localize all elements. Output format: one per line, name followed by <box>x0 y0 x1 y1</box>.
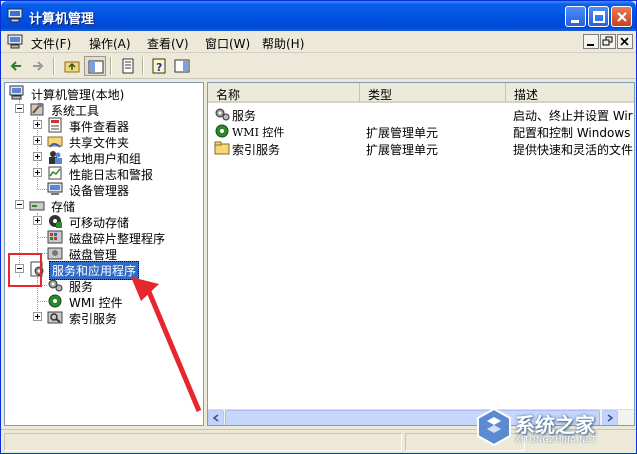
show-hide-console-tree-button[interactable] <box>84 56 106 76</box>
menu-bar: 文件(F) 操作(A) 查看(V) 窗口(W) 帮助(H) <box>1 31 636 53</box>
computer-icon <box>7 8 23 23</box>
tree-expander-shared-folders[interactable] <box>33 136 42 145</box>
menu-window[interactable]: 窗口(W) <box>205 35 250 52</box>
watermark: 系统之家 XITONGZHIJIA.NET <box>471 403 636 451</box>
title-bar[interactable]: 计算机管理 <box>1 1 636 31</box>
defrag-icon <box>47 230 63 244</box>
menu-action[interactable]: 操作(A) <box>89 35 131 52</box>
tree-expander-system-tools[interactable] <box>15 104 24 113</box>
menu-help[interactable]: 帮助(H) <box>262 35 304 52</box>
computer-management-window: 计算机管理 文件(F) 操作(A) 查看(V) 窗口(W) 帮助(H) ? 计算… <box>0 0 637 454</box>
tree-expander-perf-logs[interactable] <box>33 168 42 177</box>
window-title: 计算机管理 <box>29 12 95 27</box>
wmi-control-icon <box>215 124 229 138</box>
indexing-service-icon <box>47 311 63 324</box>
tree-expander-event-viewer[interactable] <box>33 120 42 129</box>
toolbar: ? <box>1 53 636 79</box>
action-pane-icon <box>174 59 190 73</box>
toolbar-separator <box>53 57 55 75</box>
gears-icon <box>215 108 230 121</box>
list-item-name: 索引服务 <box>232 143 281 157</box>
toolbar-separator <box>110 57 112 75</box>
performance-logs-icon <box>48 166 62 180</box>
mdi-close-button[interactable] <box>617 34 633 49</box>
disk-management-icon <box>47 247 63 260</box>
tree-expander-indexing[interactable] <box>33 312 42 321</box>
close-icon <box>620 37 629 46</box>
event-viewer-icon <box>48 117 62 133</box>
shared-folder-icon <box>47 136 63 148</box>
toolbar-separator <box>142 57 144 75</box>
gears-icon <box>48 279 63 292</box>
mdi-restore-button[interactable] <box>600 34 616 49</box>
export-list-icon <box>122 58 134 74</box>
column-header-description[interactable]: 描述 <box>506 83 634 103</box>
forward-button[interactable] <box>27 56 49 76</box>
storage-icon <box>29 201 45 211</box>
list-item[interactable]: 服务 启动、终止并设置 Wir <box>208 105 634 123</box>
up-one-level-button[interactable] <box>61 56 83 76</box>
scroll-left-button[interactable] <box>208 410 224 425</box>
tools-icon <box>30 103 44 116</box>
annotation-highlight-box <box>8 253 42 287</box>
menu-view[interactable]: 查看(V) <box>147 35 189 52</box>
maximize-button[interactable] <box>588 6 609 27</box>
help-icon: ? <box>152 58 166 74</box>
mmc-console-icon[interactable] <box>7 34 23 49</box>
column-header-name[interactable]: 名称 <box>208 83 360 103</box>
chevron-left-icon <box>212 414 219 422</box>
show-action-pane-button[interactable] <box>171 56 193 76</box>
minimize-icon <box>571 20 579 23</box>
list-item-name: WMI 控件 <box>232 126 285 139</box>
list-item[interactable]: WMI 控件 扩展管理单元 配置和控制 Windows M <box>208 122 634 140</box>
mdi-minimize-button[interactable] <box>583 34 599 49</box>
maximize-icon <box>593 11 605 23</box>
help-button[interactable]: ? <box>148 56 170 76</box>
watermark-logo-icon <box>477 407 511 447</box>
tree-connector <box>38 237 47 238</box>
status-cell <box>4 433 402 451</box>
tree-expander-storage[interactable] <box>15 200 24 209</box>
export-list-button[interactable] <box>117 56 139 76</box>
watermark-text: 系统之家 <box>515 413 595 437</box>
back-button[interactable] <box>5 56 27 76</box>
users-icon <box>49 151 62 164</box>
column-header-type[interactable]: 类型 <box>360 83 506 103</box>
tree-connector <box>19 99 20 277</box>
svg-text:?: ? <box>156 61 162 74</box>
list-item-type: 扩展管理单元 <box>366 143 439 157</box>
console-tree-icon <box>88 60 104 74</box>
watermark-url: XITONGZHIJIA.NET <box>515 435 597 444</box>
computer-icon <box>9 85 24 100</box>
close-icon <box>617 12 627 22</box>
device-manager-icon <box>47 182 63 195</box>
list-item-description: 提供快速和灵活的文件 <box>513 143 634 157</box>
tree-expander-removable-storage[interactable] <box>33 216 42 225</box>
list-item[interactable]: 索引服务 扩展管理单元 提供快速和灵活的文件 <box>208 139 634 157</box>
arrow-left-icon <box>10 61 21 71</box>
minimize-button[interactable] <box>565 6 586 27</box>
close-button[interactable] <box>611 6 632 27</box>
menu-file[interactable]: 文件(F) <box>31 35 71 52</box>
arrow-right-icon <box>33 61 44 71</box>
details-pane[interactable]: 名称 类型 描述 服务 启动、终止并设置 Wir WMI 控件 扩展管理单元 配… <box>207 82 635 426</box>
folder-icon <box>214 141 230 155</box>
folder-up-icon <box>64 61 80 73</box>
tree-expander-local-users[interactable] <box>33 152 42 161</box>
tree-connector <box>38 189 47 190</box>
wmi-control-icon <box>48 294 62 308</box>
removable-storage-icon <box>49 215 62 228</box>
tree-connector <box>38 301 47 302</box>
minimize-icon <box>587 44 594 46</box>
restore-icon <box>602 36 613 46</box>
